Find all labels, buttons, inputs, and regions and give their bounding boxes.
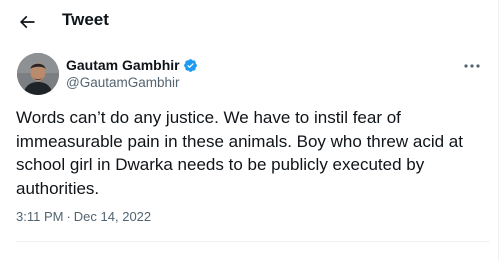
author-handle[interactable]: @GautamGambhir [66,75,180,91]
avatar[interactable] [17,53,59,95]
tweet-text: Words can’t do any justice. We have to i… [16,108,463,198]
page-title: Tweet [62,10,109,29]
divider [16,241,490,242]
tweet-timestamp: 3:11 PM · Dec 14, 2022 [16,209,151,225]
more-options-button[interactable] [460,58,484,74]
arrow-left-icon [19,15,35,29]
verified-badge-icon [183,58,197,72]
profile-photo-icon [17,53,59,95]
back-button[interactable] [12,7,42,37]
more-horizontal-icon [464,64,480,68]
author-name[interactable]: Gautam Gambhir [66,56,180,74]
author-name-row[interactable]: Gautam Gambhir [66,56,198,74]
tweet-time[interactable]: 3:11 PM [16,209,63,225]
tweet-page: Tweet Gautam Gambhir @GautamGambhir Word… [0,0,499,261]
tweet-date[interactable]: Dec 14, 2022 [74,209,151,225]
timestamp-separator: · [66,209,71,224]
top-bar: Tweet [0,0,498,44]
